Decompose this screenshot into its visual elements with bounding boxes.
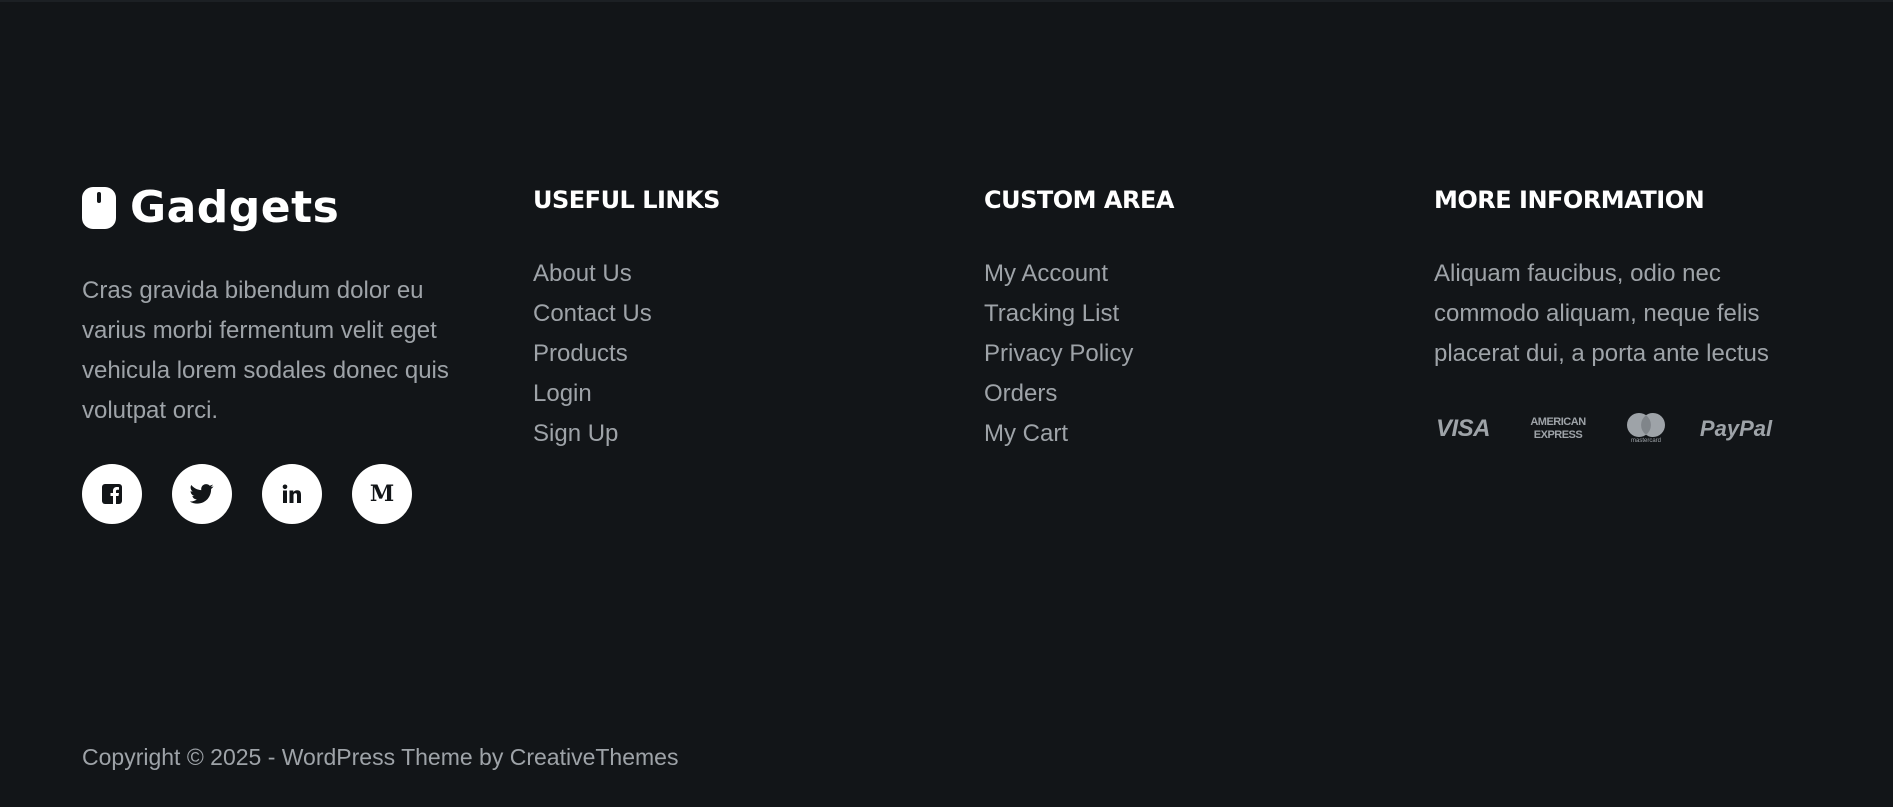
mastercard-label: mastercard	[1630, 438, 1661, 444]
link-sign-up[interactable]: Sign Up	[533, 414, 652, 454]
site-logo[interactable]: Gadgets	[82, 182, 339, 234]
medium-icon: M	[369, 481, 395, 507]
link-about-us[interactable]: About Us	[533, 254, 652, 294]
copyright-text: Copyright © 2025 - WordPress Theme by Cr…	[82, 744, 679, 770]
visa-icon: VISA	[1434, 415, 1492, 443]
brand-description: Cras gravida bibendum dolor eu varius mo…	[82, 277, 449, 424]
logo-text: Gadgets	[130, 182, 340, 233]
more-information-description: Aliquam faucibus, odio nec commodo aliqu…	[1434, 260, 1769, 367]
facebook-button[interactable]	[82, 464, 142, 524]
twitter-icon	[190, 484, 214, 504]
mouse-icon	[82, 187, 116, 229]
linkedin-icon	[282, 484, 301, 503]
link-my-account[interactable]: My Account	[984, 254, 1133, 294]
payment-methods: VISA AMERICAN EXPRESS mastercard PayPal	[1434, 412, 1773, 445]
custom-area-list: My Account Tracking List Privacy Policy …	[984, 254, 1133, 454]
medium-button[interactable]: M	[352, 464, 412, 524]
social-links: M	[82, 464, 412, 524]
linkedin-button[interactable]	[262, 464, 322, 524]
mastercard-icon: mastercard	[1626, 412, 1666, 445]
link-my-cart[interactable]: My Cart	[984, 414, 1133, 454]
paypal-label: PayPal	[1699, 415, 1773, 441]
paypal-icon: PayPal	[1699, 415, 1773, 442]
useful-links-heading: USEFUL LINKS	[533, 186, 720, 214]
more-information-heading: MORE INFORMATION	[1434, 186, 1705, 214]
twitter-button[interactable]	[172, 464, 232, 524]
link-orders[interactable]: Orders	[984, 374, 1133, 414]
amex-label-line2: EXPRESS	[1533, 428, 1583, 441]
link-contact-us[interactable]: Contact Us	[533, 294, 652, 334]
top-border	[0, 0, 1893, 2]
link-login[interactable]: Login	[533, 374, 652, 414]
mastercard-circles	[1627, 413, 1665, 437]
amex-icon: AMERICAN EXPRESS	[1523, 416, 1593, 442]
link-products[interactable]: Products	[533, 334, 652, 374]
custom-area-heading: CUSTOM AREA	[984, 186, 1174, 214]
visa-label: VISA	[1435, 414, 1491, 442]
facebook-icon	[102, 484, 122, 504]
link-tracking-list[interactable]: Tracking List	[984, 294, 1133, 334]
useful-links-list: About Us Contact Us Products Login Sign …	[533, 254, 652, 454]
link-privacy-policy[interactable]: Privacy Policy	[984, 334, 1133, 374]
amex-label-line1: AMERICAN	[1530, 415, 1586, 428]
